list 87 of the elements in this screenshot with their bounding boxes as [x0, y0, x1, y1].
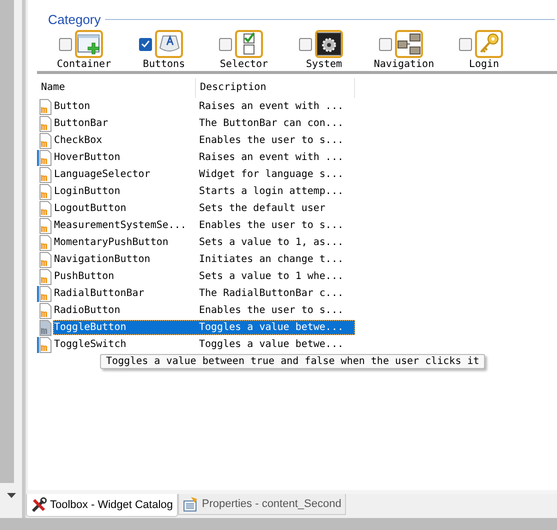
description-cell: Enables the user to s... [199, 135, 344, 146]
checkbox[interactable] [219, 38, 232, 50]
column-header[interactable]: Name [37, 78, 196, 98]
checkbox[interactable] [299, 38, 312, 50]
properties-sheet-icon [182, 496, 199, 512]
blocks-icon[interactable] [395, 30, 423, 58]
description-cell: The RadialButtonBar c... [199, 288, 344, 299]
description-cell: Toggles a value betwe... [199, 339, 344, 350]
document-m-icon [37, 252, 53, 268]
category-label: System [306, 59, 342, 71]
name-cell-text: HoverButton [53, 152, 122, 163]
gear-screen-icon[interactable] [315, 30, 343, 58]
dropdown-arrow-icon[interactable] [6, 493, 16, 498]
description-cell: Enables the user to s... [199, 220, 344, 231]
panel-tab[interactable]: Toolbox - Widget Catalog [26, 494, 178, 517]
category-label: Selector [220, 59, 268, 71]
document-m-icon [37, 234, 53, 250]
description-cell: Toggles a value betwe... [199, 322, 344, 333]
table-row[interactable]: ToggleButton Toggles a value betwe... [53, 320, 355, 335]
description-cell: Enables the user to s... [199, 305, 344, 316]
document-m-icon [37, 302, 53, 318]
table-row[interactable]: ButtonBar The ButtonBar can con... [53, 116, 355, 131]
document-m-icon [37, 184, 53, 200]
table-row[interactable]: CheckBox Enables the user to s... [53, 133, 355, 148]
table-row[interactable]: HoverButton Raises an event with ... [53, 150, 355, 165]
checkbox[interactable] [379, 38, 392, 50]
name-cell-text: PushButton [53, 271, 116, 282]
table-row[interactable]: LoginButton Starts a login attemp... [53, 184, 355, 199]
key-icon[interactable] [475, 30, 503, 58]
description-cell: Initiates an change t... [199, 254, 344, 265]
description-cell: Sets the default user [199, 203, 326, 214]
document-m-icon [37, 200, 53, 216]
table-row[interactable]: PushButton Sets a value to 1 whe... [53, 269, 355, 284]
description-cell: Raises an event with ... [199, 152, 344, 163]
category-label: Login [468, 59, 500, 71]
document-m-icon [37, 218, 53, 234]
checkbox[interactable] [459, 38, 472, 50]
document-m-icon [37, 286, 53, 302]
name-cell-text: ToggleSwitch [53, 339, 128, 350]
document-m-icon [37, 166, 53, 182]
document-m-icon [37, 132, 53, 148]
name-cell-text: LogoutButton [53, 203, 128, 214]
table-row[interactable]: MomentaryPushButton Sets a value to 1, as... [53, 235, 355, 250]
table-row[interactable]: Button Raises an event with ... [53, 99, 355, 114]
window-plus-icon[interactable] [75, 30, 103, 58]
category-label: Navigation [374, 59, 434, 71]
document-m-icon [37, 98, 53, 114]
panel-tab[interactable]: Properties - content_Second [178, 494, 346, 515]
column-header[interactable]: Description [196, 78, 355, 98]
description-cell: Starts a login attemp... [199, 186, 344, 197]
document-m-icon [37, 336, 53, 352]
name-cell-text: ButtonBar [53, 118, 110, 129]
description-cell: Raises an event with ... [199, 101, 344, 112]
tools-icon [31, 497, 47, 513]
description-cell: Sets a value to 1, as... [199, 237, 344, 248]
tooltip: Toggles a value between true and false when the user clicks it [100, 354, 486, 369]
table-row[interactable]: LanguageSelector Widget for language s... [53, 167, 355, 182]
table-row[interactable]: MeasurementSystemSe... Enables the user to s... [53, 218, 355, 233]
name-cell-text: MeasurementSystemSe... [53, 220, 188, 231]
name-cell-text: RadialButtonBar [53, 288, 146, 299]
name-cell-text: CheckBox [53, 135, 104, 146]
name-cell-text: ToggleButton [53, 322, 128, 333]
checkbox[interactable] [59, 38, 72, 50]
name-cell-text: Button [53, 101, 92, 112]
table-row[interactable]: RadioButton Enables the user to s... [53, 303, 355, 318]
checklist-icon[interactable] [235, 30, 263, 58]
category-label: Container [56, 59, 112, 71]
document-m-icon [37, 320, 53, 336]
table-row[interactable]: NavigationButton Initiates an change t... [53, 252, 355, 267]
name-cell-text: MomentaryPushButton [53, 237, 170, 248]
table-row[interactable]: LogoutButton Sets the default user [53, 201, 355, 216]
description-cell: Sets a value to 1 whe... [199, 271, 344, 282]
name-cell-text: RadioButton [53, 305, 122, 316]
table-row[interactable]: RadialButtonBar The RadialButtonBar c... [53, 286, 355, 301]
document-m-icon [37, 150, 53, 166]
category-heading: Category [48, 12, 101, 27]
description-cell: The ButtonBar can con... [199, 118, 344, 129]
key-cap-icon[interactable] [155, 30, 183, 58]
table-row[interactable]: ToggleSwitch Toggles a value betwe... [53, 337, 355, 352]
name-cell-text: LanguageSelector [53, 169, 152, 180]
document-m-icon [37, 116, 53, 132]
name-cell-text: NavigationButton [53, 254, 152, 265]
checkbox[interactable] [139, 38, 152, 50]
name-cell-text: LoginButton [53, 186, 122, 197]
description-cell: Widget for language s... [199, 169, 344, 180]
category-label: Buttons [142, 59, 186, 71]
document-m-icon [37, 268, 53, 284]
